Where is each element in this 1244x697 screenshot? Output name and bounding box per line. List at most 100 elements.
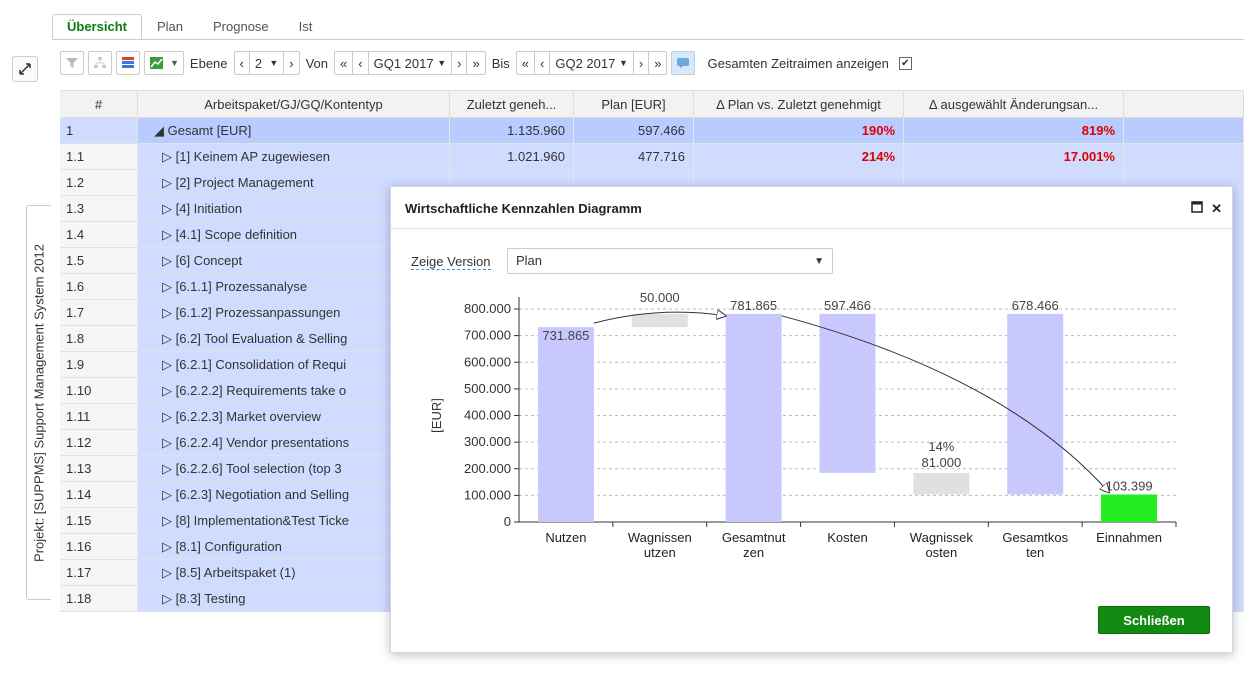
y-tick-label: 400.000 [464,408,511,423]
row-number: 1.8 [60,326,138,351]
bis-value[interactable]: GQ2 2017 ▼ [550,52,634,74]
header-ausgewaehlt[interactable]: Δ ausgewählt Änderungsan... [904,91,1124,117]
row-delta: 214% [694,144,904,169]
project-side-tab-label: Projekt: [SUPPMS] Support Management Sys… [31,243,47,562]
filter-icon[interactable] [60,51,84,75]
ebene-value[interactable]: 2 ▼ [250,52,285,74]
row-ausgewaehlt: 17.001% [904,144,1124,169]
close-icon[interactable]: ✕ [1211,201,1222,217]
header-num[interactable]: # [60,91,138,117]
ebene-label: Ebene [189,55,228,71]
row-ausgewaehlt: 819% [904,118,1124,143]
zeitraum-checkbox[interactable]: ✔ [898,56,912,70]
waterfall-bar [1007,313,1064,495]
bis-stepper[interactable]: « ‹ GQ2 2017 ▼ › » [515,51,668,75]
ebene-stepper[interactable]: ‹ 2 ▼ › [233,51,300,75]
project-side-tab[interactable]: Projekt: [SUPPMS] Support Management Sys… [26,205,51,600]
row-zuletzt: 1.021.960 [450,144,574,169]
von-last-icon[interactable]: » [467,52,484,74]
tab-prognose[interactable]: Prognose [198,14,284,40]
data-label: 678.466 [1012,298,1059,313]
x-tick-label: Einnahmen [1096,530,1162,545]
percent-label: 14% [928,439,954,454]
table-row[interactable]: 1.1 ▷ [1] Keinem AP zugewiesen 1.021.960 47… [60,144,1244,170]
row-number: 1.4 [60,222,138,247]
waterfall-bar [537,327,594,522]
row-delta: 190% [694,118,904,143]
waterfall-chart: 0 100.000 200.000 300.000 400.000 500.000 600.… [429,290,1177,560]
waterfall-bar [819,313,876,473]
x-tick-label: zen [743,545,764,560]
row-number: 1.15 [60,508,138,533]
header-zuletzt[interactable]: Zuletzt geneh... [450,91,574,117]
bis-prev-icon[interactable]: ‹ [535,52,551,74]
data-label: 103.399 [1106,478,1153,493]
data-label: 81.000 [921,455,961,470]
y-tick-label: 600.000 [464,354,511,369]
row-number: 1.17 [60,560,138,585]
bis-last-icon[interactable]: » [649,52,666,74]
bis-next-icon[interactable]: › [634,52,650,74]
row-name: ◢ Gesamt [EUR] [138,118,450,143]
x-tick-label: Gesamtkos [1002,530,1068,545]
row-number: 1.13 [60,456,138,481]
maximize-icon[interactable] [1191,201,1203,217]
row-number: 1.5 [60,248,138,273]
row-number: 1.11 [60,404,138,429]
row-plan: 597.466 [574,118,694,143]
von-stepper[interactable]: « ‹ GQ1 2017 ▼ › » [334,51,486,75]
chart-icon[interactable]: ▼ [144,51,184,75]
row-plan: 477.716 [574,144,694,169]
waterfall-bar [631,313,688,328]
row-number: 1.10 [60,378,138,403]
x-tick-label: Kosten [827,530,867,545]
row-number: 1.12 [60,430,138,455]
header-delta[interactable]: Δ Plan vs. Zuletzt genehmigt [694,91,904,117]
row-number: 1.18 [60,586,138,611]
bis-label: Bis [491,55,510,71]
y-tick-label: 0 [504,514,511,529]
tab-uebersicht[interactable]: Übersicht [52,14,142,40]
row-filler [1124,118,1244,143]
tab-plan[interactable]: Plan [142,14,198,40]
y-tick-label: 300.000 [464,434,511,449]
dialog-title: Wirtschaftliche Kennzahlen Diagramm [405,201,642,216]
ebene-next-icon[interactable]: › [284,52,298,74]
header-filler [1124,91,1244,117]
x-tick-label: Wagnissen [628,530,692,545]
row-zuletzt: 1.135.960 [450,118,574,143]
chevron-down-icon: ▼ [170,58,179,68]
version-select[interactable]: Plan ▼ [507,248,833,274]
version-select-value: Plan [516,253,543,268]
tab-ist[interactable]: Ist [284,14,328,40]
data-label: 731.865 [542,328,589,343]
bis-first-icon[interactable]: « [517,52,536,74]
von-first-icon[interactable]: « [335,52,354,74]
y-tick-label: 100.000 [464,487,511,502]
y-tick-label: 800.000 [464,301,511,316]
x-tick-label: ten [1026,545,1044,560]
x-tick-label: utzen [644,545,676,560]
header-name[interactable]: Arbeitspaket/GJ/GQ/Kontentyp [138,91,450,117]
table-row[interactable]: 1 ◢ Gesamt [EUR] 1.135.960 597.466 190% 819% [60,118,1244,144]
x-tick-label: osten [925,545,957,560]
ebene-prev-icon[interactable]: ‹ [235,52,250,74]
von-next-icon[interactable]: › [452,52,468,74]
refresh-icon[interactable] [671,51,696,75]
y-axis-label: [EUR] [429,398,444,433]
waterfall-bar [725,313,782,522]
table-icon[interactable] [116,51,140,75]
hierarchy-icon[interactable] [88,51,112,75]
row-filler [1124,144,1244,169]
toolbar: ▼ Ebene ‹ 2 ▼ › Von « ‹ GQ1 2017 ▼ › » B… [60,50,912,76]
row-name: ▷ [1] Keinem AP zugewiesen [138,144,450,169]
view-tabs: Übersicht Plan Prognose Ist [52,14,327,40]
tabs-divider [52,39,1244,40]
left-strip: Projekt: [SUPPMS] Support Management Sys… [0,0,51,697]
expand-icon[interactable] [12,56,38,82]
row-number: 1.7 [60,300,138,325]
von-value[interactable]: GQ1 2017 ▼ [369,52,453,74]
header-plan[interactable]: Plan [EUR] [574,91,694,117]
close-button[interactable]: Schließen [1098,606,1210,634]
von-prev-icon[interactable]: ‹ [353,52,369,74]
